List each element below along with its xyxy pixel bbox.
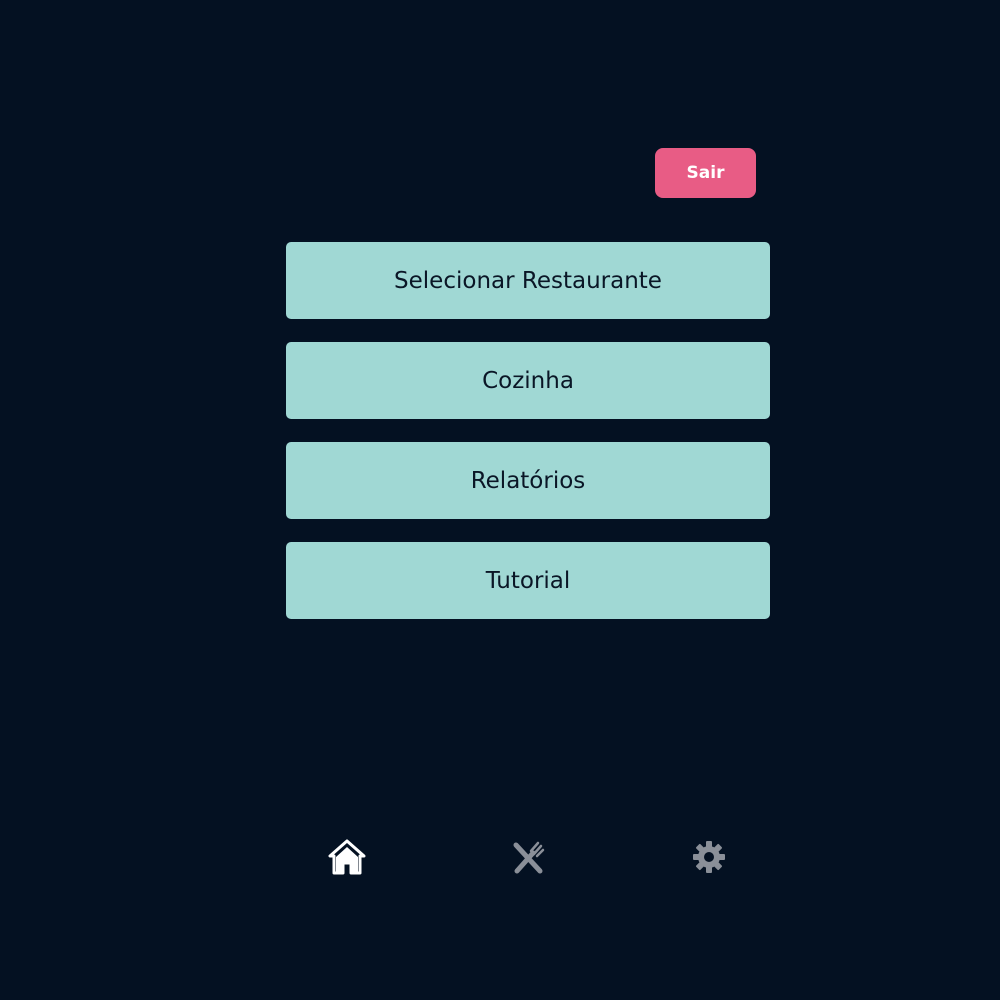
select-restaurant-button[interactable]: Selecionar Restaurante <box>286 242 770 319</box>
kitchen-button[interactable]: Cozinha <box>286 342 770 419</box>
logout-button[interactable]: Sair <box>655 148 756 198</box>
main-menu: Selecionar Restaurante Cozinha Relatório… <box>286 242 770 642</box>
bottom-nav <box>0 835 1000 879</box>
tutorial-button[interactable]: Tutorial <box>286 542 770 619</box>
home-icon <box>328 839 366 875</box>
nav-restaurant[interactable] <box>506 835 550 879</box>
gear-icon <box>693 841 725 873</box>
utensils-icon <box>513 841 545 874</box>
app-screen: Sair Selecionar Restaurante Cozinha Rela… <box>0 0 1000 1000</box>
nav-home[interactable] <box>325 835 369 879</box>
reports-button[interactable]: Relatórios <box>286 442 770 519</box>
nav-settings[interactable] <box>687 835 731 879</box>
